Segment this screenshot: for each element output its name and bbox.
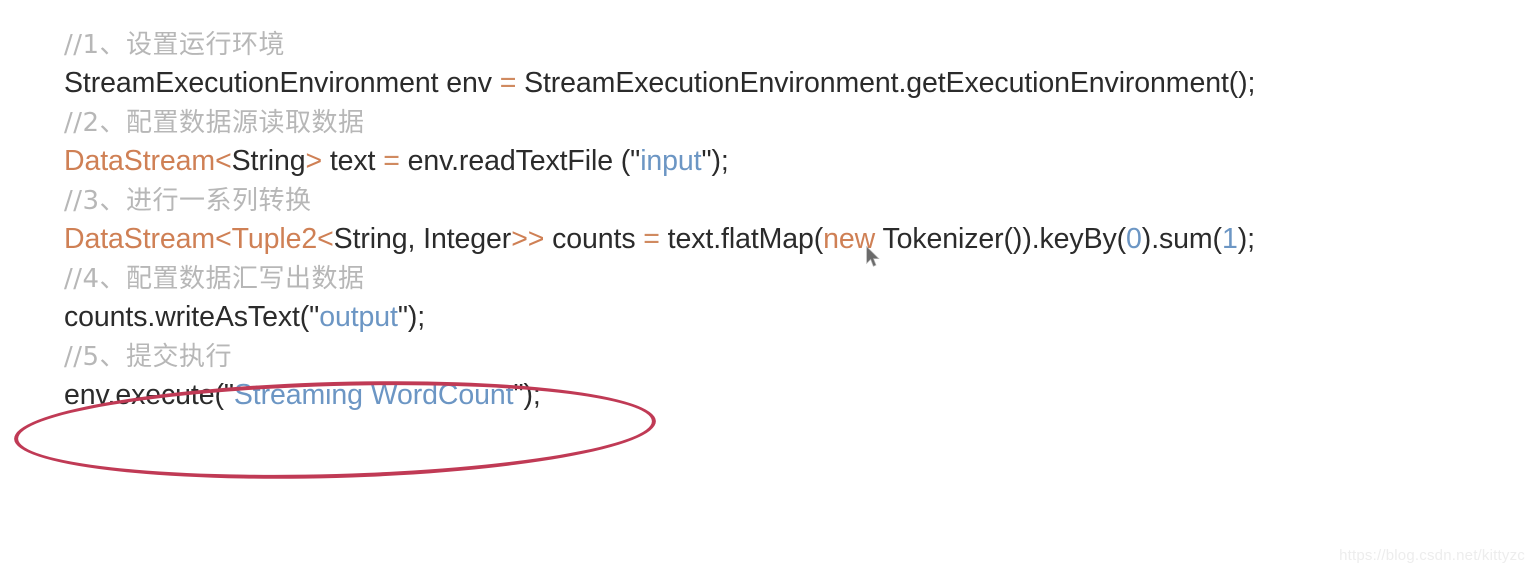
code-statement-4: counts.writeAsText(" output "); <box>64 297 1484 338</box>
code-token-angle-open: < <box>215 145 232 178</box>
code-token-tail: ); <box>1237 223 1255 256</box>
code-token-angle-open-2: < <box>317 223 334 256</box>
comment-text: //3、进行一系列转换 <box>64 185 312 216</box>
code-token-keyword-new: new <box>823 223 876 256</box>
code-token-declaration: StreamExecutionEnvironment env <box>64 67 500 100</box>
code-token-mid: Tokenizer()).keyBy( <box>875 223 1127 256</box>
code-token-call: env.readTextFile (" <box>399 145 641 178</box>
code-token-angle-close: >> <box>511 223 545 256</box>
code-token-angle-close: > <box>305 145 323 178</box>
code-comment-4: //4、配置数据汇写出数据 <box>64 260 1484 297</box>
code-comment-2: //2、配置数据源读取数据 <box>64 104 1484 141</box>
code-token-variable: text <box>322 145 384 178</box>
code-token-call: counts.writeAsText(" <box>64 301 320 334</box>
code-token-type: DataStream <box>64 223 216 256</box>
comment-text: //2、配置数据源读取数据 <box>64 107 365 138</box>
code-token-operator: = <box>643 223 660 256</box>
code-comment-1: //1、设置运行环境 <box>64 26 1484 63</box>
code-statement-5: env.execute(" Streaming WordCount "); <box>64 375 1484 416</box>
code-token-string: output <box>319 301 398 334</box>
code-token-operator: = <box>499 67 517 100</box>
code-token-generic: String, Integer <box>333 223 512 256</box>
code-token-string: input <box>640 145 702 178</box>
code-token-string: Streaming WordCount <box>233 379 514 412</box>
code-token-angle-open-1: < <box>215 223 232 256</box>
code-comment-5: //5、提交执行 <box>64 338 1484 375</box>
code-token-tail: "); <box>701 145 729 178</box>
code-listing: //1、设置运行环境 StreamExecutionEnvironment en… <box>64 26 1484 416</box>
watermark-text: https://blog.csdn.net/kittyzc <box>1339 547 1525 564</box>
slide-canvas: //1、设置运行环境 StreamExecutionEnvironment en… <box>0 0 1533 572</box>
code-token-call: env.execute(" <box>64 379 234 412</box>
code-token-tail: "); <box>397 301 426 334</box>
code-token-call: text.flatMap( <box>659 223 824 256</box>
code-statement-2: DataStream < String > text = env.readTextFi… <box>64 141 1484 182</box>
code-token-generic: String <box>231 145 306 178</box>
code-token-number-one: 1 <box>1221 223 1238 256</box>
comment-text: //5、提交执行 <box>64 341 233 372</box>
code-token-operator: = <box>383 145 400 178</box>
code-token-tail: "); <box>513 379 541 412</box>
code-token-type: DataStream <box>64 145 216 178</box>
code-statement-3: DataStream < Tuple2 < String, Integer >> coun… <box>64 219 1484 260</box>
code-token-mid-2: ).sum( <box>1141 223 1222 256</box>
comment-text: //4、配置数据汇写出数据 <box>64 263 365 294</box>
code-statement-1: StreamExecutionEnvironment env = StreamE… <box>64 63 1484 104</box>
code-comment-3: //3、进行一系列转换 <box>64 182 1484 219</box>
code-token-tuple-type: Tuple2 <box>231 223 318 256</box>
code-token-expression: StreamExecutionEnvironment.getExecutionE… <box>516 67 1256 100</box>
comment-text: //1、设置运行环境 <box>64 29 286 60</box>
code-token-variable: counts <box>544 223 644 256</box>
code-token-number-zero: 0 <box>1126 223 1142 256</box>
